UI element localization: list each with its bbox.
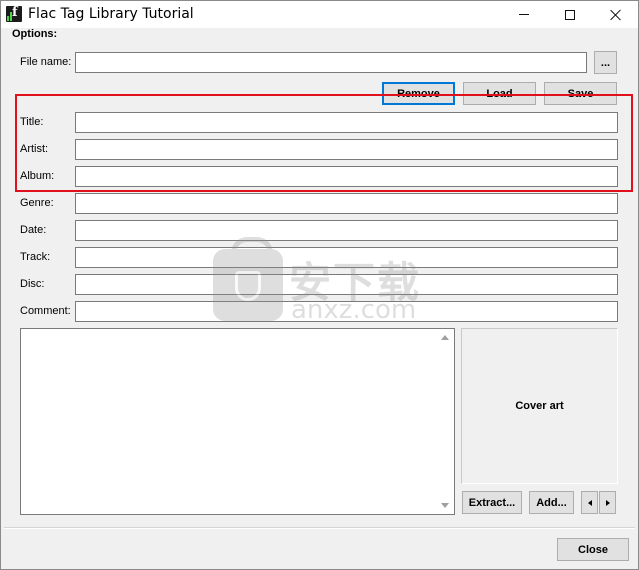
maximize-icon [565, 9, 575, 20]
arrow-left-icon [587, 499, 592, 506]
comment-label: Comment: [20, 305, 71, 317]
previous-cover-button[interactable] [581, 491, 598, 514]
title-bar: f Flac Tag Library Tutorial [1, 1, 638, 28]
flac-app-icon: f [6, 6, 22, 22]
window-title: Flac Tag Library Tutorial [28, 6, 194, 22]
date-input[interactable] [75, 220, 618, 241]
footer-separator [4, 527, 635, 529]
watermark-shield-icon [235, 271, 261, 301]
minimize-button[interactable] [501, 1, 547, 28]
comment-textarea[interactable] [20, 328, 455, 515]
track-label: Track: [20, 251, 51, 263]
cover-art-label: Cover art [515, 400, 564, 412]
browse-button[interactable]: ... [594, 51, 617, 74]
maximize-button[interactable] [547, 1, 593, 28]
close-window-button[interactable] [593, 1, 639, 28]
next-cover-button[interactable] [599, 491, 616, 514]
minimize-icon [519, 14, 529, 15]
genre-input[interactable] [75, 193, 618, 214]
disc-label: Disc: [20, 278, 45, 290]
close-button[interactable]: Close [557, 538, 629, 561]
file-name-input[interactable] [75, 52, 587, 73]
file-name-label: File name: [20, 56, 72, 68]
main-window: f Flac Tag Library Tutorial Options: Fil… [0, 0, 639, 570]
arrow-right-icon [605, 499, 610, 506]
cover-art-panel: Cover art [461, 328, 618, 484]
watermark-bag-icon [213, 237, 283, 321]
watermark-en-text: anxz.com [291, 295, 417, 325]
date-label: Date: [20, 224, 47, 236]
scroll-down-icon[interactable] [441, 503, 449, 508]
close-icon [610, 9, 622, 21]
add-cover-button[interactable]: Add... [529, 491, 574, 514]
genre-label: Genre: [20, 197, 54, 209]
watermark: 安下载 anxz.com [209, 237, 439, 331]
extract-button[interactable]: Extract... [462, 491, 522, 514]
scroll-up-icon[interactable] [441, 335, 449, 340]
highlight-annotation-box [15, 94, 633, 192]
comment-scrollbar[interactable] [437, 329, 454, 514]
options-group-label: Options: [12, 28, 58, 40]
